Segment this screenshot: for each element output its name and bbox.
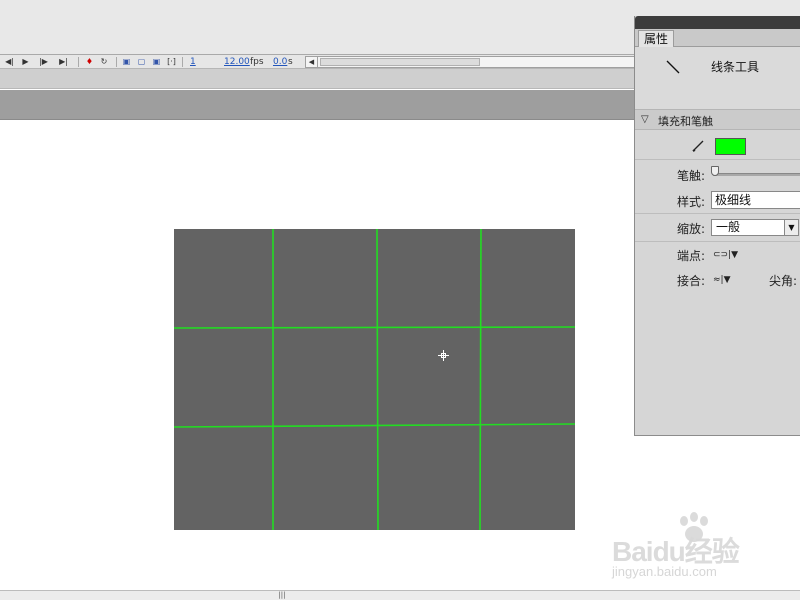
- cap-style-control[interactable]: ⊂⊃|▼: [713, 248, 738, 262]
- cap-label: 端点:: [677, 249, 706, 263]
- time-unit: s: [288, 57, 293, 67]
- onion-skin-icon[interactable]: ▣: [121, 56, 132, 68]
- grid-line-vertical: [479, 229, 482, 530]
- separator: [116, 57, 117, 67]
- divider: [635, 213, 800, 214]
- style-label: 样式:: [677, 195, 706, 209]
- grid-line-vertical: [376, 229, 379, 530]
- first-frame-icon[interactable]: ◀|: [4, 56, 15, 68]
- elapsed-time[interactable]: 0.0: [273, 56, 287, 68]
- stroke-color-swatch[interactable]: [715, 138, 746, 155]
- separator: [182, 57, 183, 67]
- panel-titlebar[interactable]: [635, 16, 800, 29]
- divider: [635, 241, 800, 242]
- scale-select[interactable]: 一般 ▼: [711, 219, 799, 236]
- separator: [78, 57, 79, 67]
- grid-lines: [174, 229, 575, 530]
- scale-label: 缩放:: [677, 222, 706, 236]
- panel-tab-strip: 属性: [635, 29, 800, 47]
- loop-icon[interactable]: ↻: [96, 56, 112, 68]
- chevron-down-icon[interactable]: ▼: [784, 220, 798, 235]
- properties-panel: 属性 线条工具 ▽ 填充和笔触 笔触: 样式: 极细线 缩放: 一般 ▼ 端点:…: [634, 16, 800, 436]
- current-frame[interactable]: 1: [190, 56, 196, 68]
- collapse-caret-icon[interactable]: ▽: [641, 114, 649, 125]
- tab-properties[interactable]: 属性: [638, 30, 675, 47]
- watermark-url: jingyan.baidu.com: [612, 564, 717, 579]
- onion-outline-icon[interactable]: ▢: [136, 56, 147, 68]
- fps-value[interactable]: 12.00: [224, 56, 250, 68]
- scroll-grip-icon[interactable]: |||: [276, 592, 288, 599]
- join-label: 接合:: [677, 274, 706, 288]
- miter-label: 尖角:: [769, 274, 798, 288]
- timeline-controls: ◀| ▶ |▶ ▶| ♦ ↻ ▣ ▢ ▣ [·] 1 12.00 fps 0.0…: [0, 54, 640, 69]
- fill-stroke-section-header[interactable]: ▽ 填充和笔触: [635, 110, 800, 130]
- join-style-control[interactable]: ≈|▼: [713, 273, 731, 287]
- stroke-color-row: [635, 132, 800, 160]
- stroke-width-label: 笔触:: [677, 169, 706, 183]
- stroke-width-slider[interactable]: [713, 173, 800, 176]
- grid-line-horizontal: [174, 326, 575, 329]
- scale-select-value: 一般: [716, 220, 741, 234]
- stroke-style-select[interactable]: 极细线: [711, 191, 800, 209]
- section-title: 填充和笔触: [658, 115, 713, 128]
- modify-markers-icon[interactable]: [·]: [166, 56, 177, 68]
- play-icon[interactable]: ▶: [20, 56, 31, 68]
- scroll-left-icon[interactable]: ◀: [306, 57, 318, 67]
- center-frame-icon[interactable]: ♦: [84, 56, 95, 68]
- pencil-icon: [692, 140, 704, 152]
- scroll-thumb[interactable]: [320, 58, 480, 66]
- baidu-watermark: Baidu经验 jingyan.baidu.com: [612, 512, 762, 582]
- line-tool-icon: [666, 60, 680, 74]
- last-frame-icon[interactable]: ▶|: [58, 56, 69, 68]
- horizontal-scrollbar[interactable]: |||: [0, 590, 800, 600]
- edit-multiple-frames-icon[interactable]: ▣: [151, 56, 162, 68]
- tool-name: 线条工具: [711, 60, 760, 74]
- fps-unit: fps: [250, 57, 264, 67]
- stroke-width-slider-thumb[interactable]: [711, 166, 719, 176]
- stage-canvas[interactable]: [174, 229, 575, 530]
- grid-line-horizontal: [174, 423, 575, 428]
- timeline-scrollbar[interactable]: ◀: [305, 56, 635, 68]
- current-tool-row: 线条工具: [635, 47, 800, 110]
- crosshair-cursor-icon: [438, 350, 449, 361]
- next-frame-icon[interactable]: |▶: [38, 56, 49, 68]
